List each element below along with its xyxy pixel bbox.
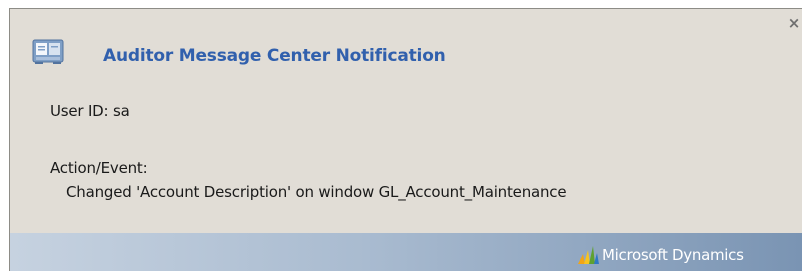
brand: Microsoft Dynamics (576, 244, 744, 266)
microsoft-dynamics-logo (578, 246, 599, 264)
action-event-detail: Changed 'Account Description' on window … (66, 183, 567, 201)
action-event-label: Action/Event: (50, 159, 148, 177)
notification-title: Auditor Message Center Notification (103, 46, 446, 66)
close-icon[interactable]: × (788, 14, 801, 32)
brand-name: Microsoft Dynamics (602, 246, 744, 264)
message-window-icon (32, 39, 64, 64)
user-id-text: User ID: sa (50, 102, 130, 120)
close-button[interactable]: × (786, 15, 802, 31)
notification-popup: × Auditor Message Center Notification Us… (9, 8, 802, 271)
